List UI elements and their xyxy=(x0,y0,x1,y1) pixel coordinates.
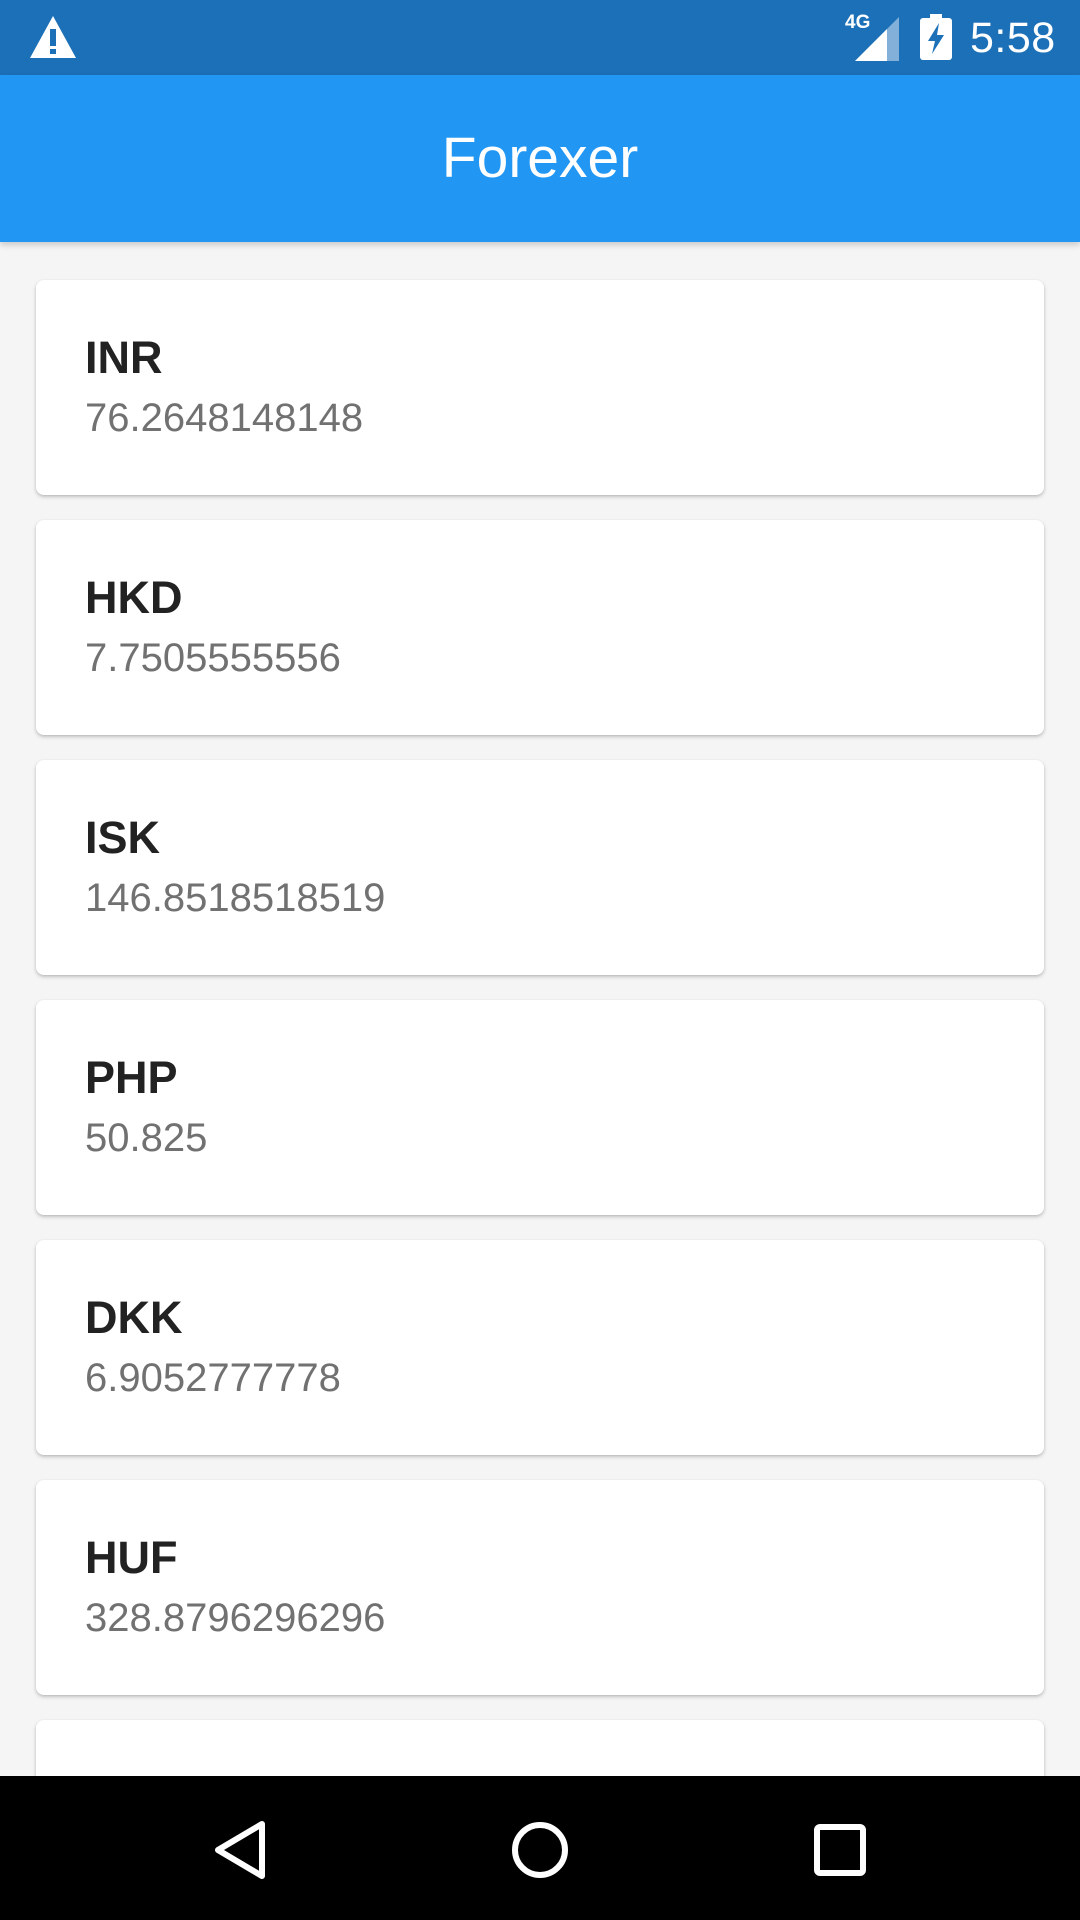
currency-code: INR xyxy=(85,332,163,383)
recents-icon xyxy=(814,1824,866,1876)
navigation-bar xyxy=(0,1776,1080,1920)
currency-code: PHP xyxy=(85,1052,178,1103)
back-icon xyxy=(215,1821,265,1879)
currency-card-php[interactable]: PHP 50.825 xyxy=(36,1000,1044,1215)
currency-list[interactable]: INR 76.2648148148 HKD 7.7505555556 ISK 1… xyxy=(0,242,1080,1776)
app-title: Forexer xyxy=(441,126,639,190)
currency-code: HUF xyxy=(85,1532,178,1583)
status-time: 5:58 xyxy=(970,14,1056,62)
currency-rate: 7.7505555556 xyxy=(85,636,341,680)
battery-charging-icon xyxy=(920,14,952,60)
currency-card-dkk[interactable]: DKK 6.9052777778 xyxy=(36,1240,1044,1455)
network-indicator: 4G xyxy=(845,13,901,61)
currency-card-huf[interactable]: HUF 328.8796296296 xyxy=(36,1480,1044,1695)
status-bar: 4G 5:58 xyxy=(0,0,1080,75)
network-type-label: 4G xyxy=(845,12,871,33)
currency-code: DKK xyxy=(85,1292,183,1343)
home-button[interactable] xyxy=(500,1810,580,1890)
warning-icon xyxy=(30,16,76,58)
currency-card-isk[interactable]: ISK 146.8518518519 xyxy=(36,760,1044,975)
currency-code: HKD xyxy=(85,572,183,623)
back-button[interactable] xyxy=(200,1810,280,1890)
currency-card-inr[interactable]: INR 76.2648148148 xyxy=(36,280,1044,495)
currency-rate: 328.8796296296 xyxy=(85,1596,386,1640)
currency-card-hkd[interactable]: HKD 7.7505555556 xyxy=(36,520,1044,735)
currency-rate: 50.825 xyxy=(85,1116,208,1160)
currency-rate: 6.9052777778 xyxy=(85,1356,341,1400)
home-icon xyxy=(512,1822,568,1878)
currency-rate: 76.2648148148 xyxy=(85,396,364,440)
currency-rate: 146.8518518519 xyxy=(85,876,386,920)
recents-button[interactable] xyxy=(800,1810,880,1890)
currency-code: ISK xyxy=(85,812,161,863)
app-bar: Forexer xyxy=(0,75,1080,242)
currency-card-partial[interactable] xyxy=(36,1720,1044,1776)
